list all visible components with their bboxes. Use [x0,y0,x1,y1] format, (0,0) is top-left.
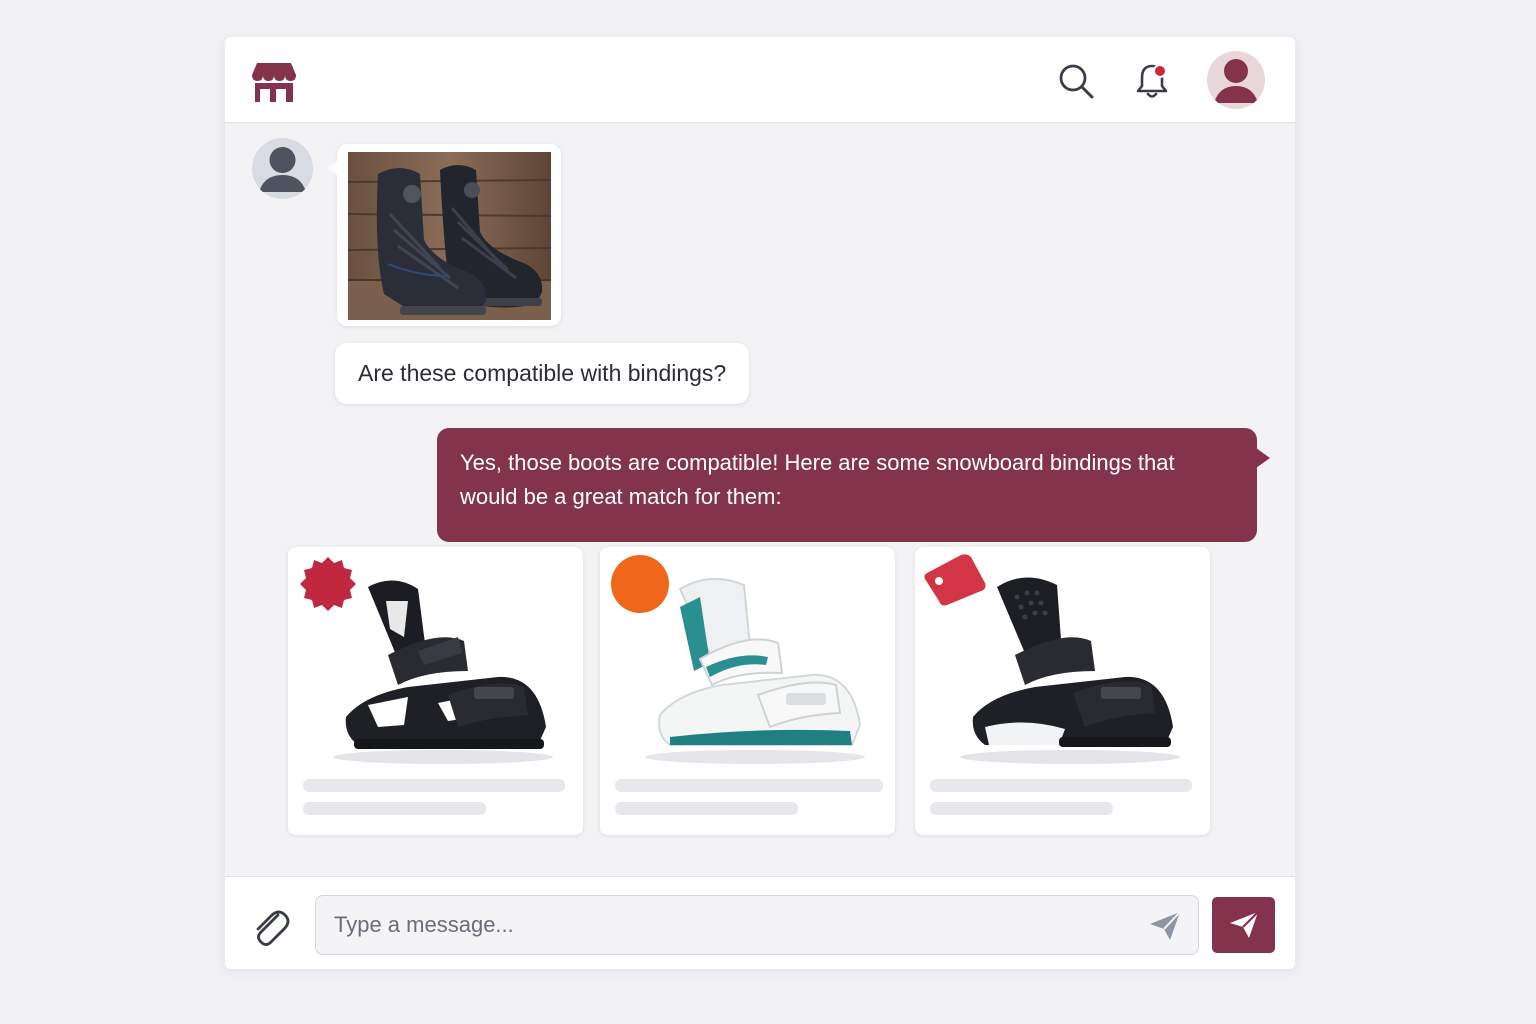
storefront-icon[interactable] [251,61,297,103]
product-card-2[interactable] [600,547,895,835]
chat-app: Are these compatible with bindings? Yes,… [225,37,1295,969]
search-icon[interactable] [1057,62,1095,100]
black-white-snowboard-binding [960,577,1180,764]
send-icon [1229,911,1259,938]
white-teal-snowboard-binding [645,577,865,764]
product-card-3[interactable] [915,547,1210,835]
product-title-placeholder [615,779,883,792]
product-card-1[interactable] [288,547,583,835]
product-price-placeholder [615,802,798,815]
send-icon[interactable] [1148,910,1182,942]
sender-avatar-icon [252,138,313,199]
product-title-placeholder [303,779,565,792]
send-button[interactable] [1212,897,1275,953]
product-title-placeholder [930,779,1192,792]
black-snowboard-binding [333,580,553,764]
message-input-container [315,895,1199,955]
bell-icon[interactable] [1134,62,1170,100]
paperclip-icon[interactable] [250,905,290,949]
product-price-placeholder [303,802,486,815]
assistant-message: Yes, those boots are compatible! Here ar… [437,428,1270,542]
notification-dot [1153,64,1167,78]
user-text-message: Are these compatible with bindings? [335,343,750,404]
user-avatar-icon[interactable] [1207,51,1265,109]
app-header [225,37,1295,123]
message-input[interactable] [316,896,1136,954]
snowboard-boots-photo [348,152,551,320]
product-price-placeholder [930,802,1113,815]
image-message[interactable] [328,144,561,326]
message-composer [225,876,1295,969]
